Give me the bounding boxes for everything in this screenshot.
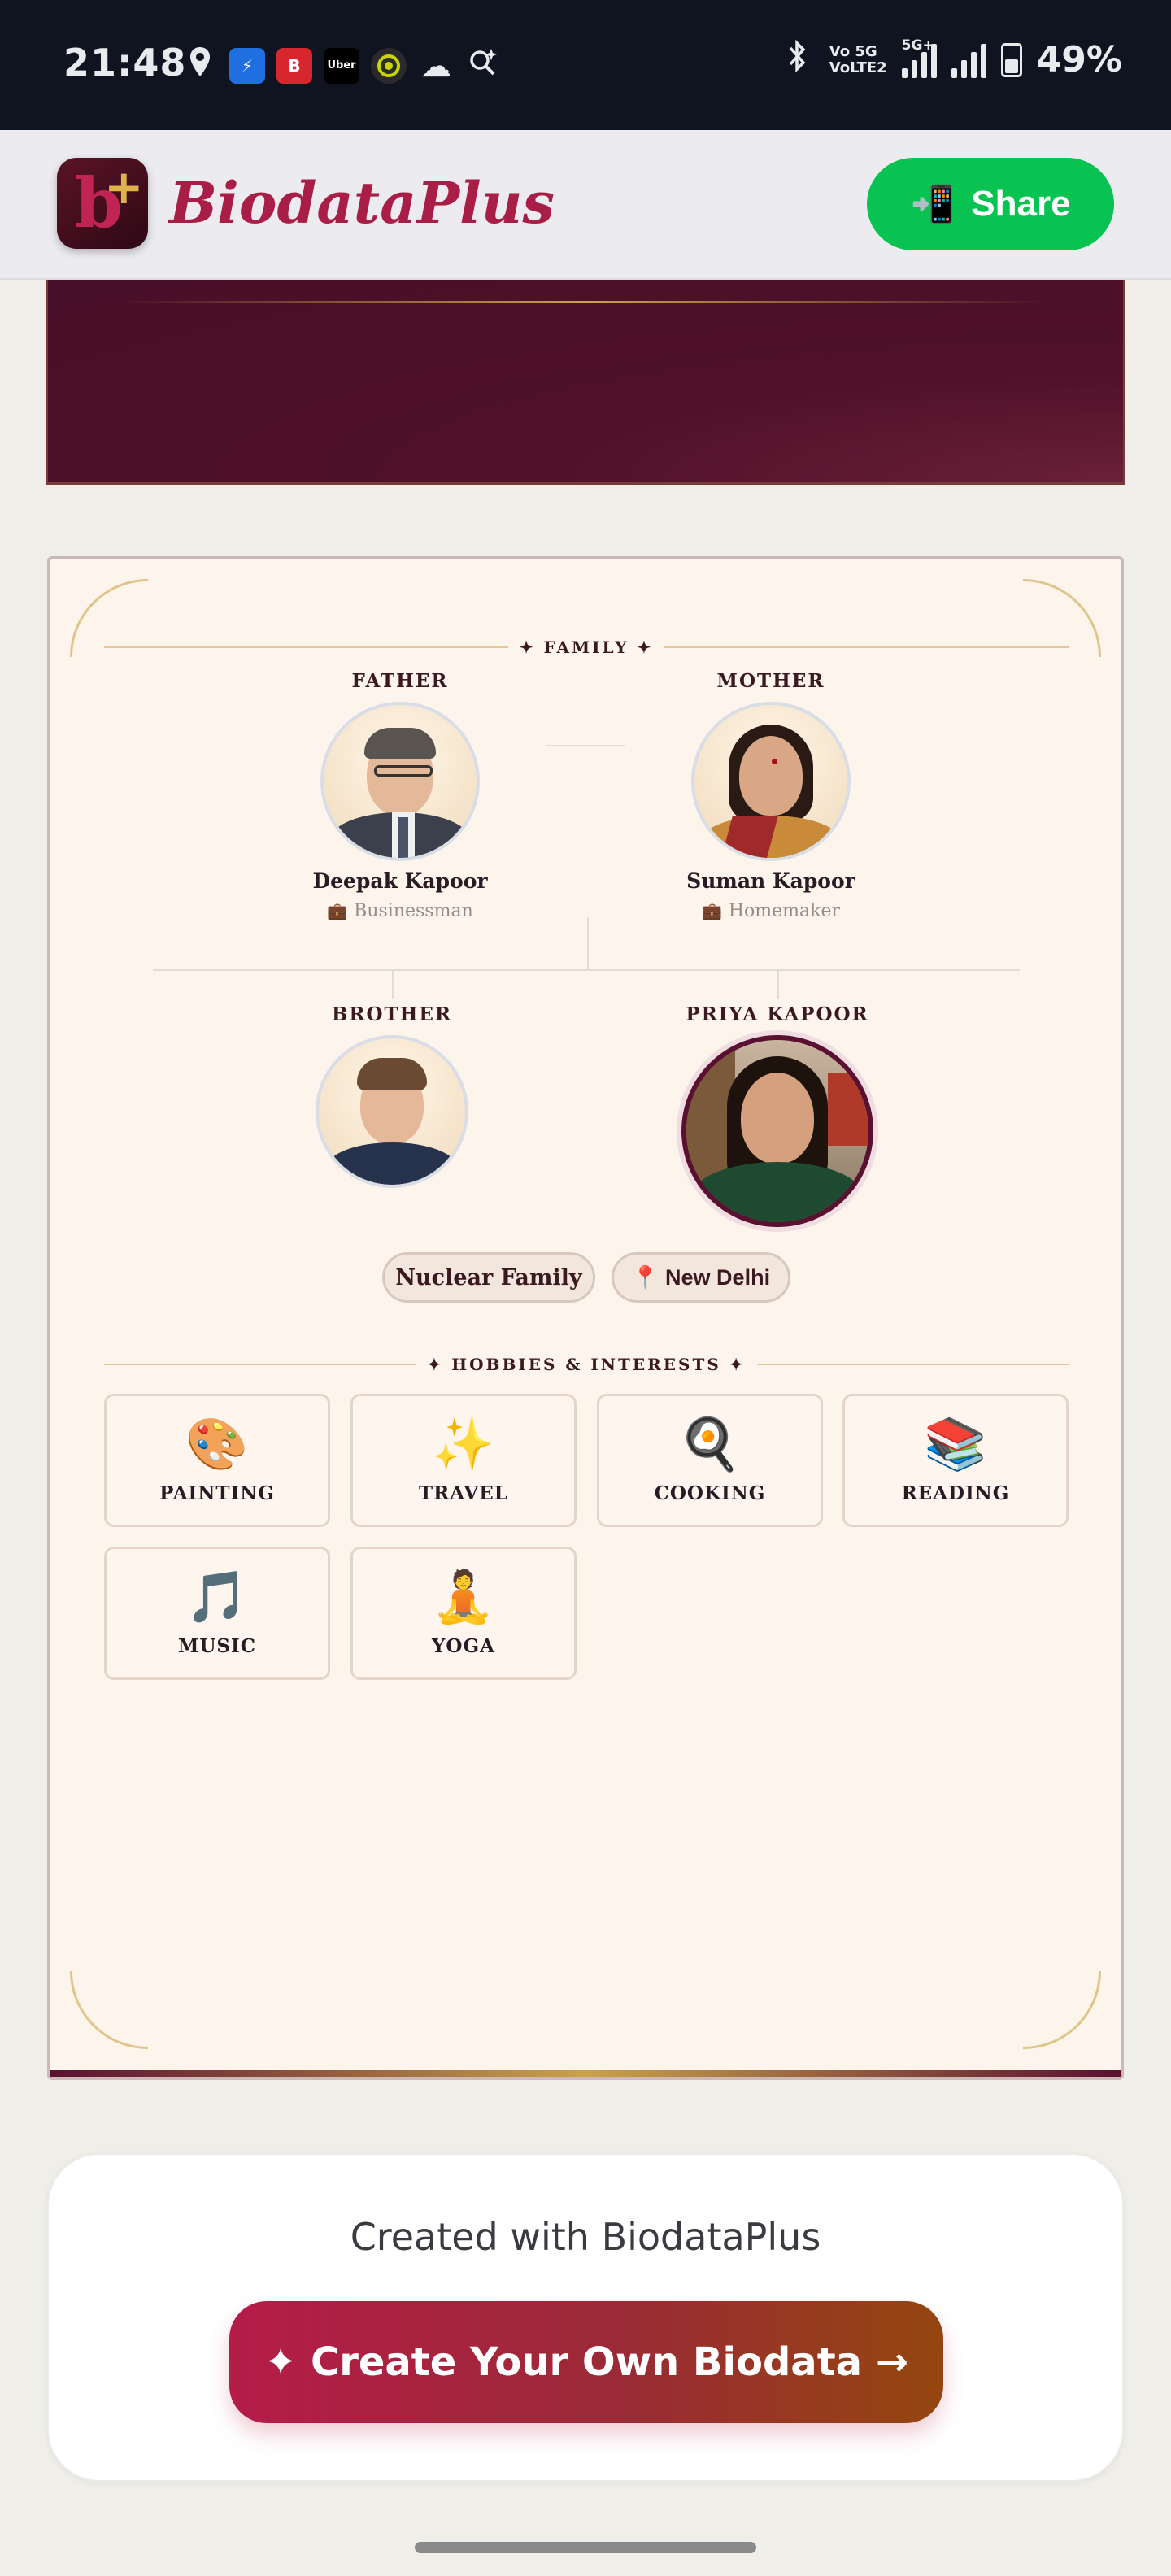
uber-icon: Uber xyxy=(324,47,359,84)
mother-name: Suman Kapoor xyxy=(686,869,855,893)
profile-header-card xyxy=(46,280,1125,485)
hobby-yoga: 🧘 YOGA xyxy=(350,1547,577,1680)
corner-ornament xyxy=(70,1971,148,2049)
parents-connector xyxy=(546,745,625,746)
father-card: FATHER Deepak Kapoor 💼 Businessman xyxy=(294,670,506,921)
hobby-travel: ✨ TRAVEL xyxy=(350,1394,577,1527)
father-role: FATHER xyxy=(351,670,449,692)
palette-icon: 🎨 xyxy=(185,1414,249,1473)
status-time: 21:48 xyxy=(63,41,187,85)
mother-card: MOTHER Suman Kapoor 💼 Homemaker xyxy=(665,670,877,921)
created-with-text: Created with BiodataPlus xyxy=(350,2215,821,2259)
corner-ornament xyxy=(1023,1971,1101,2049)
system-icons: Vo 5G VoLTE2 5G+ 49% xyxy=(779,37,1122,80)
share-button[interactable]: 📲 Share xyxy=(867,158,1114,250)
app-k-icon: ⚡ xyxy=(229,47,265,84)
hobby-cooking: 🍳 COOKING xyxy=(597,1394,823,1527)
father-name: Deepak Kapoor xyxy=(312,869,488,893)
father-avatar xyxy=(320,702,480,861)
brother-avatar xyxy=(316,1035,468,1188)
create-biodata-button[interactable]: ✦ Create Your Own Biodata → xyxy=(229,2301,943,2423)
brand-title: BiodataPlus xyxy=(169,169,555,237)
music-note-icon: 🎵 xyxy=(185,1567,249,1626)
self-role: PRIYA KAPOOR xyxy=(686,1003,869,1025)
signal-bars-2-icon xyxy=(951,42,986,78)
location-icon xyxy=(182,46,218,85)
sparkles-icon: ✨ xyxy=(432,1414,495,1473)
family-section-title: ✦ FAMILY ✦ xyxy=(104,631,1069,664)
circle-app-icon xyxy=(371,47,407,84)
card-bottom-border xyxy=(50,2070,1121,2077)
self-avatar xyxy=(681,1035,873,1227)
phone-share-icon: 📲 xyxy=(910,185,956,224)
bluetooth-icon xyxy=(779,39,815,80)
father-occupation: 💼 Businessman xyxy=(327,901,473,921)
brother-role: BROTHER xyxy=(331,1003,453,1025)
self-drop xyxy=(777,969,779,999)
app-b-icon: B xyxy=(276,47,312,84)
hobby-music: 🎵 MUSIC xyxy=(104,1547,330,1680)
app-header: b + BiodataPlus 📲 Share xyxy=(0,130,1171,280)
brother-card: BROTHER xyxy=(286,1003,498,1188)
hobby-painting: 🎨 PAINTING xyxy=(104,1394,330,1527)
battery-icon xyxy=(1000,42,1022,77)
tree-trunk xyxy=(587,917,589,969)
mother-avatar xyxy=(691,702,851,861)
battery-percent: 49% xyxy=(1036,39,1122,80)
location-tag: 📍 New Delhi xyxy=(612,1252,790,1303)
hobby-reading: 📚 READING xyxy=(842,1394,1069,1527)
family-type-tag: Nuclear Family xyxy=(382,1252,595,1303)
hobbies-section-title: ✦ HOBBIES & INTERESTS ✦ xyxy=(104,1348,1069,1381)
notification-icons: ⚡ B Uber ☁ xyxy=(182,46,501,85)
share-label: Share xyxy=(971,184,1071,224)
status-bar: 21:48 ⚡ B Uber ☁ Vo 5G VoLTE2 5G+ 49% xyxy=(0,0,1171,130)
mother-occupation: 💼 Homemaker xyxy=(701,901,841,921)
search-sparkle-icon xyxy=(465,46,501,85)
logo-icon[interactable]: b + xyxy=(57,158,148,249)
signal-1: 5G+ xyxy=(901,37,937,78)
yoga-icon: 🧘 xyxy=(432,1567,495,1626)
home-indicator[interactable] xyxy=(415,2542,756,2553)
briefcase-icon: 💼 xyxy=(701,901,722,920)
siblings-connector xyxy=(153,969,1020,971)
self-card: PRIYA KAPOOR xyxy=(665,1003,890,1227)
frying-pan-icon: 🍳 xyxy=(678,1414,742,1473)
gold-divider xyxy=(121,301,1050,303)
biodata-card: ✦ FAMILY ✦ FATHER Deepak Kapoor 💼 Busines… xyxy=(47,556,1124,2080)
mother-role: MOTHER xyxy=(716,670,825,692)
brother-drop xyxy=(392,969,394,999)
footer-card: Created with BiodataPlus ✦ Create Your O… xyxy=(47,2153,1124,2482)
books-icon: 📚 xyxy=(924,1414,987,1473)
briefcase-icon: 💼 xyxy=(327,901,348,920)
cloud-icon: ☁ xyxy=(420,47,451,84)
network-label: Vo 5G VoLTE2 xyxy=(829,42,887,76)
